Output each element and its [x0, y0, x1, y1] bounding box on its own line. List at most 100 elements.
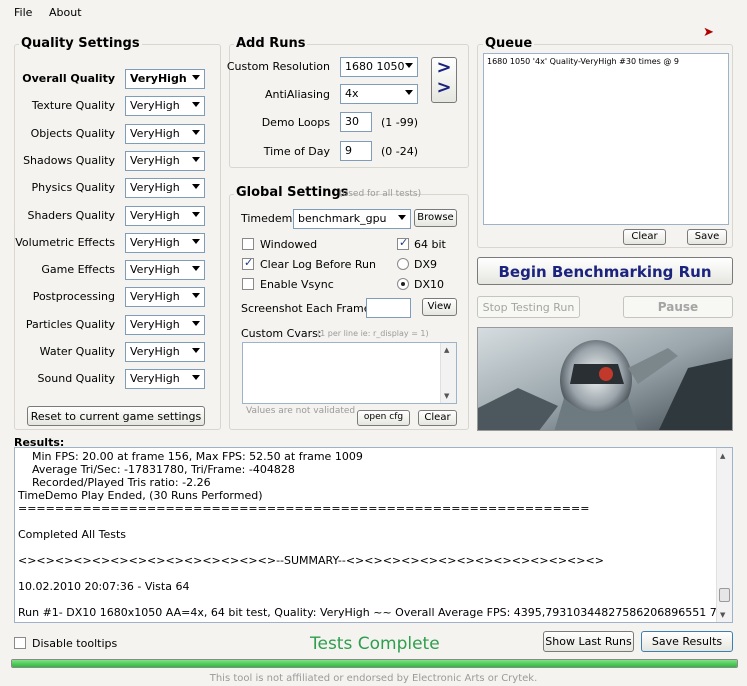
quality-label: Particles Quality — [25, 317, 115, 331]
save-results-button[interactable]: Save Results — [641, 631, 733, 652]
browse-button[interactable]: Browse — [414, 209, 457, 227]
quality-label: Texture Quality — [31, 99, 115, 113]
quality-select[interactable]: VeryHigh — [125, 287, 205, 308]
time-of-day-label: Time of Day — [263, 145, 330, 158]
results-log[interactable]: Min FPS: 20.00 at frame 156, Max FPS: 52… — [14, 447, 733, 623]
quality-select[interactable]: VeryHigh — [125, 96, 205, 117]
timedemo-select[interactable]: benchmark_gpu — [293, 209, 411, 229]
quality-label: Volumetric Effects — [15, 235, 115, 249]
clear-log-checkbox[interactable] — [242, 256, 254, 270]
disclaimer-text: This tool is not affiliated or endorsed … — [209, 673, 538, 684]
quality-select-value: VeryHigh — [130, 290, 180, 304]
global-settings-subtitle: (used for all tests) — [339, 189, 422, 199]
show-last-runs-button[interactable]: Show Last Runs — [543, 631, 634, 652]
quality-select[interactable]: VeryHigh — [125, 232, 205, 253]
view-button[interactable]: View — [422, 298, 457, 316]
quality-select[interactable]: VeryHigh — [125, 342, 205, 362]
status-text: Tests Complete — [310, 634, 440, 654]
time-of-day-input[interactable]: 9 — [340, 141, 372, 161]
timedemo-value: benchmark_gpu — [298, 212, 387, 225]
quality-label: Sound Quality — [37, 372, 115, 386]
results-line: Average Tri/Sec: -17831780, Tri/Frame: -… — [18, 463, 295, 476]
file-menu[interactable]: File — [14, 6, 32, 19]
custom-cvars-textarea[interactable]: ▲ ▼ — [242, 342, 457, 404]
results-line: 10.02.2010 20:07:36 - Vista 64 — [18, 580, 190, 593]
queue-clear-button[interactable]: Clear — [623, 229, 666, 245]
vsync-checkbox[interactable] — [242, 278, 254, 290]
open-cfg-button[interactable]: open cfg — [357, 410, 410, 426]
chevron-down-icon — [192, 129, 200, 135]
windowed-checkbox[interactable] — [242, 238, 254, 250]
screenshot-input[interactable] — [366, 298, 411, 318]
scroll-down-icon: ▼ — [720, 611, 726, 619]
quality-select-value: VeryHigh — [130, 153, 180, 167]
results-scrollbar[interactable]: ▲ ▼ — [716, 448, 732, 622]
quality-select[interactable]: VeryHigh — [125, 69, 205, 89]
chevron-down-icon — [192, 320, 200, 326]
queue-list[interactable]: 1680 1050 '4x' Quality-VeryHigh #30 time… — [483, 53, 729, 225]
queue-title: Queue — [483, 36, 535, 51]
queue-save-button[interactable]: Save — [687, 229, 727, 245]
quality-select[interactable]: VeryHigh — [125, 314, 205, 335]
quality-select-value: VeryHigh — [130, 126, 180, 140]
cvars-clear-button[interactable]: Clear — [418, 410, 457, 426]
quality-settings-title: Quality Settings — [19, 36, 142, 51]
add-to-queue-button[interactable]: > > — [431, 57, 457, 103]
quality-select-value: VeryHigh — [130, 263, 180, 277]
disable-tooltips-checkbox[interactable] — [14, 637, 26, 649]
chevron-down-icon — [192, 375, 200, 381]
chevron-down-icon — [192, 102, 200, 108]
chevron-down-icon — [192, 211, 200, 217]
antialiasing-value: 4x — [345, 87, 359, 100]
results-line: <><><><><><><><><><><><><><>--SUMMARY--<… — [18, 554, 604, 567]
about-menu[interactable]: About — [49, 6, 82, 19]
queue-item[interactable]: 1680 1050 '4x' Quality-VeryHigh #30 time… — [487, 57, 725, 66]
dx9-label: DX9 — [414, 258, 438, 271]
quality-select[interactable]: VeryHigh — [125, 205, 205, 226]
demo-loops-label: Demo Loops — [261, 116, 330, 129]
stop-testing-button[interactable]: Stop Testing Run — [477, 296, 580, 318]
quality-select-value: VeryHigh — [130, 235, 180, 249]
results-line: Completed All Tests — [18, 528, 127, 541]
64bit-checkbox[interactable] — [397, 236, 409, 250]
quality-select[interactable]: VeryHigh — [125, 150, 205, 171]
progress-fill — [12, 660, 737, 667]
scroll-down-icon: ▼ — [444, 392, 450, 400]
scroll-up-icon: ▲ — [720, 452, 726, 460]
chevron-down-icon — [398, 215, 406, 220]
arrow-right-icon: > — [436, 57, 452, 78]
begin-benchmark-button[interactable]: Begin Benchmarking Run — [477, 257, 733, 285]
dx10-label: DX10 — [414, 278, 445, 291]
arrow-right-icon: > — [436, 77, 452, 98]
dx9-radio[interactable] — [397, 258, 409, 270]
cvars-scrollbar[interactable]: ▲ ▼ — [440, 343, 456, 403]
chevron-down-icon — [405, 63, 413, 68]
vsync-label: Enable Vsync — [260, 278, 334, 291]
dx10-radio[interactable] — [397, 278, 409, 290]
chevron-down-icon — [192, 293, 200, 299]
results-line: ========================================… — [18, 502, 590, 515]
results-scroll-thumb[interactable] — [719, 588, 730, 602]
quality-select-value: VeryHigh — [130, 208, 180, 222]
64bit-label: 64 bit — [414, 238, 446, 251]
quality-label: Physics Quality — [31, 181, 115, 195]
quality-select[interactable]: VeryHigh — [125, 260, 205, 281]
chevron-down-icon — [192, 75, 200, 80]
quality-label: Objects Quality — [30, 126, 115, 140]
quality-label: Postprocessing — [32, 290, 115, 304]
quality-select[interactable]: VeryHigh — [125, 123, 205, 144]
quality-select[interactable]: VeryHigh — [125, 369, 205, 390]
quality-select[interactable]: VeryHigh — [125, 178, 205, 199]
windowed-label: Windowed — [260, 238, 318, 251]
quality-label: Overall Quality — [22, 72, 115, 85]
reset-settings-button[interactable]: Reset to current game settings — [27, 406, 205, 426]
antialiasing-select[interactable]: 4x — [340, 84, 418, 104]
global-settings-title: Global Settings — [234, 185, 351, 200]
queue-items: 1680 1050 '4x' Quality-VeryHigh #30 time… — [484, 54, 728, 69]
custom-resolution-select[interactable]: 1680 1050 — [340, 57, 418, 77]
pause-button[interactable]: Pause — [623, 296, 733, 318]
quality-select-value: VeryHigh — [130, 72, 187, 85]
demo-loops-input[interactable]: 30 — [340, 112, 372, 132]
results-line: Run #1- DX10 1680x1050 AA=4x, 64 bit tes… — [18, 606, 724, 619]
results-line: Min FPS: 20.00 at frame 156, Max FPS: 52… — [18, 450, 363, 463]
